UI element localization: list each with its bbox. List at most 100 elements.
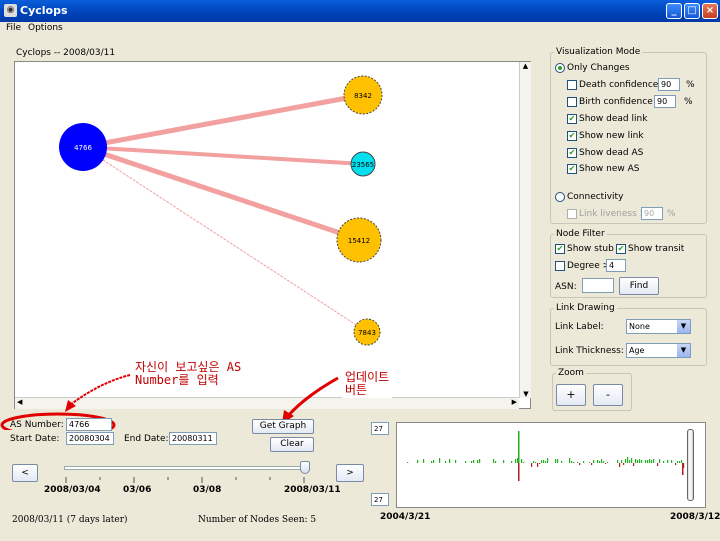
histogram-bar <box>547 458 549 463</box>
link-thickness-select[interactable]: Age ▼ <box>626 343 691 358</box>
asn-input[interactable] <box>582 278 614 293</box>
link-liveness-checkbox[interactable] <box>567 209 577 219</box>
link-drawing-title: Link Drawing <box>554 303 617 313</box>
histogram-bar <box>523 462 525 463</box>
histogram-bar <box>637 460 639 463</box>
timeline-slider-thumb[interactable] <box>300 461 310 474</box>
birth-confidence-input[interactable]: 90 <box>654 95 676 108</box>
prev-button[interactable]: < <box>12 464 38 482</box>
graph-title: Cyclops -- 2008/03/11 <box>16 48 116 58</box>
minimize-button[interactable]: _ <box>666 3 682 19</box>
histogram-bar <box>449 459 451 463</box>
edge-4766-8342 <box>80 92 366 150</box>
as-number-input[interactable]: 4766 <box>66 418 112 431</box>
timeline-slider-track[interactable] <box>64 466 310 470</box>
vertical-scrollbar[interactable]: ▲ ▼ <box>519 62 531 398</box>
histogram-bar <box>465 461 467 463</box>
status-date: 2008/03/11 (7 days later) <box>12 515 128 525</box>
menu-file[interactable]: File <box>6 23 21 33</box>
scroll-up-icon[interactable]: ▲ <box>520 62 531 70</box>
degree-checkbox[interactable] <box>555 261 565 271</box>
link-liveness-input[interactable]: 90 <box>641 207 663 220</box>
node-filter-title: Node Filter <box>554 229 607 239</box>
histogram-bar <box>535 462 537 463</box>
liveness-percent: % <box>667 209 676 219</box>
show-dead-link-checkbox[interactable]: ✔ <box>567 114 577 124</box>
histogram-range-handle[interactable] <box>687 429 694 501</box>
histogram-bar <box>521 459 523 463</box>
start-date-input[interactable]: 20080304 <box>66 432 114 445</box>
activity-histogram[interactable] <box>396 422 706 508</box>
histogram-bar <box>543 460 545 463</box>
histogram-bar <box>515 459 517 463</box>
graph-canvas[interactable]: 4766 8342 23565 15412 7843 ▲ ▼ ◀ ▶ <box>14 61 531 409</box>
show-new-link-label: Show new link <box>579 131 644 141</box>
histogram-bar <box>555 459 557 463</box>
asn-label: ASN: <box>555 282 577 292</box>
close-button[interactable]: × <box>702 3 718 19</box>
scroll-right-icon[interactable]: ▶ <box>512 398 517 406</box>
end-date-input[interactable]: 20080311 <box>169 432 217 445</box>
histogram-bar <box>591 463 593 465</box>
histogram-bar <box>623 463 625 465</box>
birth-confidence-checkbox[interactable] <box>567 97 577 107</box>
histogram-bar <box>645 460 647 463</box>
histogram-svg <box>407 431 685 481</box>
show-transit-checkbox[interactable]: ✔ <box>616 244 626 254</box>
histogram-bar <box>511 461 513 463</box>
histogram-bar <box>659 459 661 463</box>
status-nodes-seen: Number of Nodes Seen: 5 <box>198 515 317 525</box>
maximize-button[interactable]: □ <box>684 3 700 19</box>
histogram-bar <box>577 462 579 463</box>
histogram-bar <box>573 462 575 463</box>
histogram-bar <box>433 460 435 463</box>
find-button[interactable]: Find <box>619 277 659 295</box>
death-percent: % <box>686 80 695 90</box>
histogram-bar <box>439 458 441 463</box>
scroll-down-icon[interactable]: ▼ <box>520 390 532 398</box>
as-number-label: AS Number: <box>10 420 64 430</box>
histogram-spike <box>518 431 520 463</box>
show-new-as-checkbox[interactable]: ✔ <box>567 164 577 174</box>
tick-label-end: 2008/03/11 <box>284 485 341 495</box>
histogram-bar <box>605 463 607 464</box>
connectivity-radio[interactable] <box>555 192 565 202</box>
show-stub-checkbox[interactable]: ✔ <box>555 244 565 254</box>
degree-input[interactable]: 4 <box>606 259 626 272</box>
histogram-bar <box>597 460 599 463</box>
edge-4766-7843 <box>82 146 368 333</box>
histogram-top-value: 27 <box>371 422 389 435</box>
show-new-link-checkbox[interactable]: ✔ <box>567 131 577 141</box>
histogram-bar <box>471 461 473 463</box>
histogram-bar <box>621 460 623 463</box>
only-changes-radio[interactable] <box>555 63 565 73</box>
death-confidence-input[interactable]: 90 <box>658 78 680 91</box>
histogram-spike <box>682 463 684 475</box>
histogram-bar <box>407 462 409 463</box>
window-title: Cyclops <box>20 4 68 17</box>
show-dead-as-checkbox[interactable]: ✔ <box>567 148 577 158</box>
end-date-label: End Date: <box>124 434 169 444</box>
histogram-bar <box>627 457 629 463</box>
birth-confidence-label: Birth confidence > <box>579 97 664 107</box>
get-graph-button[interactable]: Get Graph <box>252 419 314 434</box>
title-bar: ◉ Cyclops _ □ × <box>0 0 720 22</box>
chevron-down-icon[interactable]: ▼ <box>677 344 690 357</box>
show-dead-link-label: Show dead link <box>579 114 648 124</box>
tick-label-0308: 03/08 <box>193 485 222 495</box>
histogram-bottom-value: 27 <box>371 493 389 506</box>
death-confidence-checkbox[interactable] <box>567 80 577 90</box>
next-button[interactable]: > <box>336 464 364 482</box>
chevron-down-icon[interactable]: ▼ <box>677 320 690 333</box>
histogram-bar <box>589 462 591 463</box>
histogram-bar <box>593 460 595 463</box>
zoom-in-button[interactable]: + <box>556 384 586 406</box>
zoom-out-button[interactable]: - <box>593 384 623 406</box>
clear-button[interactable]: Clear <box>270 437 314 452</box>
histogram-bar <box>647 460 649 463</box>
start-date-label: Start Date: <box>10 434 60 444</box>
menu-options[interactable]: Options <box>28 23 63 33</box>
link-label-select[interactable]: None ▼ <box>626 319 691 334</box>
link-label-label: Link Label: <box>555 322 604 332</box>
menu-bar: File Options <box>0 22 720 36</box>
